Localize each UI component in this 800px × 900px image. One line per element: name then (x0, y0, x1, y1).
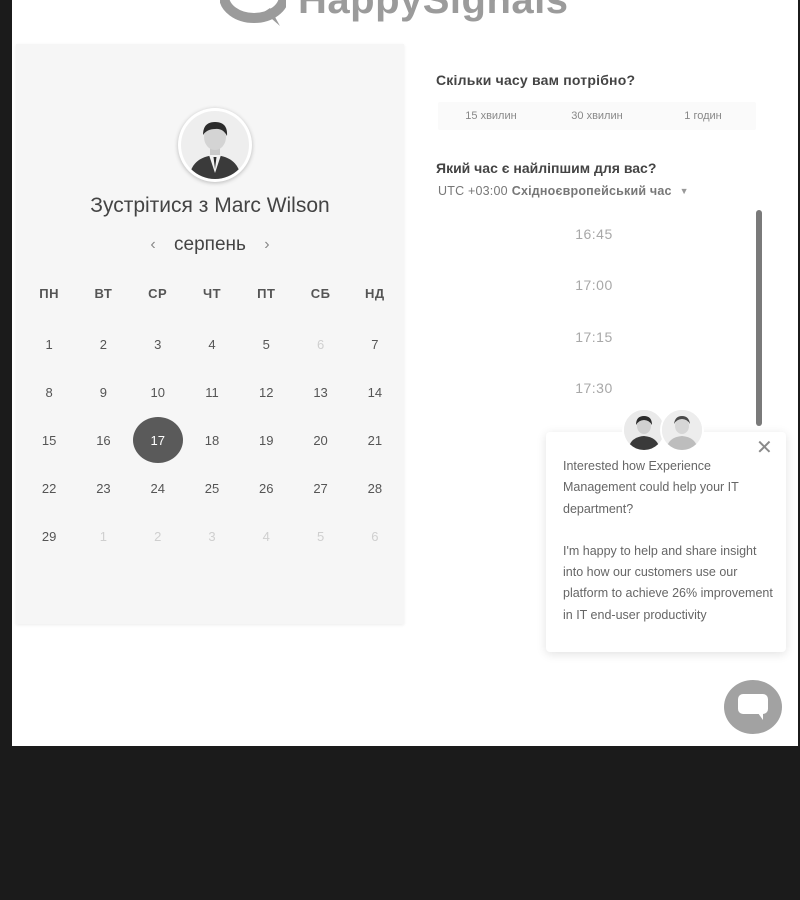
calendar-day-next-month: 1 (99, 528, 108, 544)
calendar-day[interactable]: 15 (22, 416, 76, 464)
calendar-day[interactable]: 22 (22, 464, 76, 512)
calendar-day[interactable]: 23 (76, 464, 130, 512)
calendar-day[interactable]: 12 (239, 368, 293, 416)
calendar-day-next-month: 6 (371, 528, 379, 544)
calendar-day-selected[interactable]: 17 (131, 416, 185, 464)
weekday-tue: ВТ (94, 286, 113, 301)
calendar-day[interactable]: 7 (348, 320, 402, 368)
calendar-day[interactable]: 20 (293, 416, 347, 464)
agent-avatar (660, 408, 704, 452)
weekday-sat: СБ (310, 286, 331, 301)
time-slot[interactable]: 17:30 (448, 363, 740, 415)
duration-option-60[interactable]: 1 годин (650, 102, 756, 130)
calendar-day[interactable]: 19 (239, 416, 293, 464)
weekday-header: ПН ВТ СР ЧТ ПТ СБ НД (22, 286, 402, 301)
chevron-down-icon[interactable]: ▼ (680, 186, 689, 196)
calendar-day[interactable]: 24 (131, 464, 185, 512)
calendar-day[interactable]: 4 (185, 320, 239, 368)
calendar-day[interactable]: 21 (348, 416, 402, 464)
calendar-day[interactable]: 29 (22, 512, 76, 560)
calendar-day[interactable]: 10 (131, 368, 185, 416)
logo-mark-icon (219, 0, 289, 26)
logo-text: HappySignals (298, 0, 569, 23)
calendar-day[interactable]: 25 (185, 464, 239, 512)
calendar-day[interactable]: 16 (76, 416, 130, 464)
chat-message-offer: I'm happy to help and share insight into… (563, 543, 773, 622)
timezone-offset: UTC +03:00 (438, 184, 508, 198)
time-question: Який час є найліпшим для вас? (436, 160, 657, 176)
calendar-day[interactable]: 14 (348, 368, 402, 416)
meeting-title: Зустрітися з Marc Wilson (90, 194, 330, 217)
weekday-fri: ПТ (257, 286, 276, 301)
calendar-day[interactable]: 8 (22, 368, 76, 416)
month-navigation: ‹ серпень › (16, 234, 404, 256)
duration-option-30[interactable]: 30 хвилин (544, 102, 650, 130)
timezone-selector[interactable]: UTC +03:00 Східноєвропейський час ▼ (438, 184, 689, 198)
calendar-day[interactable]: 1 (22, 320, 76, 368)
calendar-day[interactable]: 9 (76, 368, 130, 416)
host-avatar (178, 108, 252, 182)
chat-agent-avatars (622, 408, 708, 452)
calendar-day[interactable]: 28 (348, 464, 402, 512)
duration-options: 15 хвилин 30 хвилин 1 годин (438, 102, 756, 130)
scheduler-page: HappySignals Зустрітися з Marc Wilson ‹ … (12, 0, 798, 746)
calendar-day[interactable]: 27 (293, 464, 347, 512)
brand-logo: HappySignals (219, 0, 569, 30)
duration-option-15[interactable]: 15 хвилин (438, 102, 544, 130)
month-label: серпень (174, 234, 246, 255)
weekday-mon: ПН (39, 286, 59, 301)
timezone-name: Східноєвропейський час (511, 184, 672, 198)
calendar-day-unavailable: 6 (316, 336, 325, 352)
time-list-scrollbar[interactable] (756, 210, 762, 426)
calendar-card: Зустрітися з Marc Wilson ‹ серпень › ПН … (16, 44, 404, 624)
weekday-thu: ЧТ (202, 286, 222, 301)
chevron-right-icon[interactable]: › (260, 236, 274, 254)
calendar-day-next-month: 2 (154, 528, 162, 544)
calendar-day[interactable]: 11 (185, 368, 239, 416)
calendar-day-next-month: 3 (208, 528, 216, 544)
chat-message: Interested how Experience Management cou… (563, 456, 773, 626)
chat-launcher-button[interactable] (724, 680, 782, 734)
chat-bubble-icon (738, 694, 768, 720)
time-slot[interactable]: 16:45 (448, 208, 740, 260)
chevron-left-icon[interactable]: ‹ (146, 236, 160, 254)
calendar-day[interactable]: 2 (76, 320, 130, 368)
selected-day-label: 17 (132, 417, 183, 463)
calendar-days: 1 2 3 4 5 6 7 8 9 10 11 12 13 14 15 16 1… (22, 320, 402, 560)
calendar-day[interactable]: 5 (239, 320, 293, 368)
duration-question: Скільки часу вам потрібно? (436, 72, 636, 88)
calendar-day-next-month: 4 (262, 528, 270, 544)
close-icon[interactable]: ✕ (756, 438, 773, 458)
calendar-day[interactable]: 3 (131, 320, 185, 368)
calendar-day-next-month: 5 (316, 528, 325, 544)
chat-message-intro: Interested how Experience Management cou… (563, 459, 739, 516)
calendar-day[interactable]: 18 (185, 416, 239, 464)
time-slot[interactable]: 17:15 (448, 311, 740, 363)
calendar-day[interactable]: 13 (293, 368, 347, 416)
time-slot-list: 16:45 17:00 17:15 17:30 (448, 208, 740, 423)
calendar-day[interactable]: 26 (239, 464, 293, 512)
weekday-sun: НД (365, 286, 385, 301)
weekday-wed: СР (148, 286, 168, 301)
time-slot[interactable]: 17:00 (448, 260, 740, 312)
